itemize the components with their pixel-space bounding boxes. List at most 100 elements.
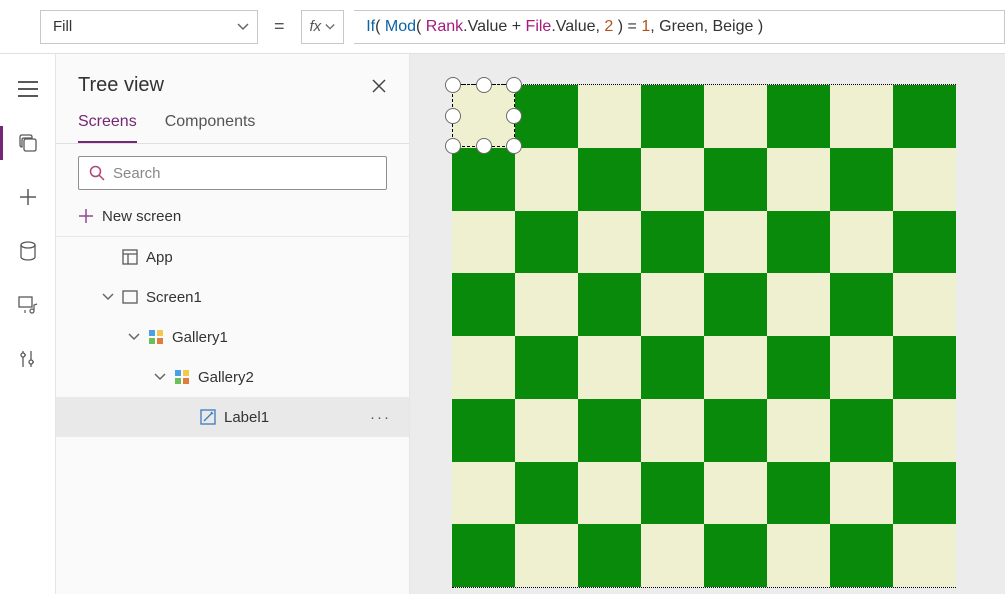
board-square[interactable] bbox=[578, 211, 641, 274]
board-square[interactable] bbox=[704, 399, 767, 462]
tree-item[interactable]: Screen1 bbox=[56, 277, 409, 317]
search-placeholder: Search bbox=[113, 165, 161, 182]
board-square[interactable] bbox=[515, 399, 578, 462]
board-square[interactable] bbox=[767, 336, 830, 399]
board-square[interactable] bbox=[767, 462, 830, 525]
board-square[interactable] bbox=[578, 273, 641, 336]
board-square[interactable] bbox=[641, 148, 704, 211]
tree-item[interactable]: Label1 ··· bbox=[56, 397, 409, 437]
data-icon[interactable] bbox=[17, 240, 39, 262]
tree-view-icon[interactable] bbox=[17, 132, 39, 154]
board-square[interactable] bbox=[830, 148, 893, 211]
board-square[interactable] bbox=[893, 524, 956, 587]
hamburger-icon[interactable] bbox=[17, 78, 39, 100]
board-square[interactable] bbox=[767, 524, 830, 587]
resize-handle[interactable] bbox=[476, 77, 492, 93]
board-square[interactable] bbox=[515, 462, 578, 525]
fx-dropdown[interactable]: fx bbox=[301, 10, 345, 44]
chevron-down-icon[interactable] bbox=[128, 331, 140, 343]
board-square[interactable] bbox=[452, 273, 515, 336]
media-icon[interactable] bbox=[17, 294, 39, 316]
board-square[interactable] bbox=[704, 211, 767, 274]
board-square[interactable] bbox=[893, 462, 956, 525]
board-square[interactable] bbox=[578, 524, 641, 587]
board-square[interactable] bbox=[578, 148, 641, 211]
board-square[interactable] bbox=[515, 148, 578, 211]
board-square[interactable] bbox=[452, 148, 515, 211]
board-square[interactable] bbox=[452, 462, 515, 525]
board-square[interactable] bbox=[893, 273, 956, 336]
board-square[interactable] bbox=[515, 85, 578, 148]
board-square[interactable] bbox=[830, 336, 893, 399]
resize-handle[interactable] bbox=[476, 138, 492, 154]
formula-input[interactable]: If( Mod( Rank.Value + File.Value, 2 ) = … bbox=[354, 10, 1005, 44]
main-area: Tree view Screens Components Search New … bbox=[0, 54, 1005, 594]
tools-icon[interactable] bbox=[17, 348, 39, 370]
more-icon[interactable]: ··· bbox=[370, 409, 391, 426]
board-square[interactable] bbox=[830, 462, 893, 525]
board-square[interactable] bbox=[452, 336, 515, 399]
board-square[interactable] bbox=[641, 273, 704, 336]
board-square[interactable] bbox=[767, 148, 830, 211]
resize-handle[interactable] bbox=[445, 77, 461, 93]
board-square[interactable] bbox=[893, 211, 956, 274]
chevron-down-icon[interactable] bbox=[102, 291, 114, 303]
board-square[interactable] bbox=[641, 211, 704, 274]
board-square[interactable] bbox=[767, 273, 830, 336]
board-square[interactable] bbox=[515, 524, 578, 587]
board-square[interactable] bbox=[452, 399, 515, 462]
board-square[interactable] bbox=[578, 85, 641, 148]
plus-icon[interactable] bbox=[17, 186, 39, 208]
board-square[interactable] bbox=[830, 399, 893, 462]
resize-handle[interactable] bbox=[445, 138, 461, 154]
tree-header: Tree view bbox=[56, 54, 409, 107]
board-square[interactable] bbox=[641, 336, 704, 399]
board-square[interactable] bbox=[830, 85, 893, 148]
close-icon[interactable] bbox=[371, 78, 387, 94]
board-square[interactable] bbox=[452, 211, 515, 274]
resize-handle[interactable] bbox=[506, 138, 522, 154]
board-square[interactable] bbox=[704, 462, 767, 525]
board-square[interactable] bbox=[704, 85, 767, 148]
board-square[interactable] bbox=[515, 211, 578, 274]
board-square[interactable] bbox=[893, 399, 956, 462]
search-input[interactable]: Search bbox=[78, 156, 387, 190]
board-square[interactable] bbox=[767, 211, 830, 274]
board-square[interactable] bbox=[767, 85, 830, 148]
board-square[interactable] bbox=[893, 336, 956, 399]
resize-handle[interactable] bbox=[445, 108, 461, 124]
tree-item[interactable]: App bbox=[56, 237, 409, 277]
board-square[interactable] bbox=[704, 148, 767, 211]
tree-item-label: Label1 bbox=[224, 409, 269, 426]
board-square[interactable] bbox=[641, 85, 704, 148]
canvas[interactable] bbox=[410, 54, 1005, 594]
tree-item[interactable]: Gallery2 bbox=[56, 357, 409, 397]
board-square[interactable] bbox=[893, 148, 956, 211]
board-square[interactable] bbox=[578, 462, 641, 525]
board-square[interactable] bbox=[578, 336, 641, 399]
tab-screens[interactable]: Screens bbox=[78, 113, 137, 143]
chevron-down-icon[interactable] bbox=[154, 371, 166, 383]
board-square[interactable] bbox=[515, 336, 578, 399]
tab-components[interactable]: Components bbox=[165, 113, 256, 143]
board-square[interactable] bbox=[704, 273, 767, 336]
selection-outline[interactable] bbox=[452, 84, 515, 147]
board-square[interactable] bbox=[704, 524, 767, 587]
resize-handle[interactable] bbox=[506, 77, 522, 93]
board-square[interactable] bbox=[578, 399, 641, 462]
tree-item[interactable]: Gallery1 bbox=[56, 317, 409, 357]
board-square[interactable] bbox=[515, 273, 578, 336]
board-square[interactable] bbox=[704, 336, 767, 399]
board-square[interactable] bbox=[830, 211, 893, 274]
board-square[interactable] bbox=[893, 85, 956, 148]
board-square[interactable] bbox=[767, 399, 830, 462]
board-square[interactable] bbox=[641, 462, 704, 525]
board-square[interactable] bbox=[830, 524, 893, 587]
board-square[interactable] bbox=[452, 524, 515, 587]
new-screen-button[interactable]: New screen bbox=[56, 196, 409, 236]
board-square[interactable] bbox=[641, 399, 704, 462]
resize-handle[interactable] bbox=[506, 108, 522, 124]
board-square[interactable] bbox=[830, 273, 893, 336]
property-select[interactable]: Fill bbox=[40, 10, 258, 44]
board-square[interactable] bbox=[641, 524, 704, 587]
